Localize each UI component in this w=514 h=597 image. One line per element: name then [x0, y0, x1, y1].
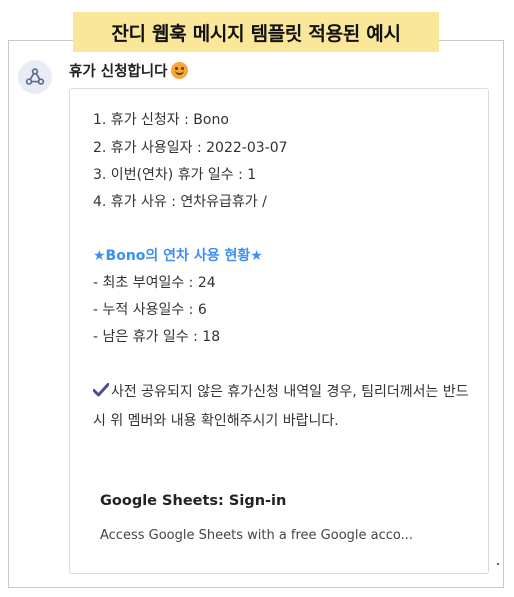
- smiling-face-icon: [171, 62, 189, 79]
- request-line-reason: 4. 휴가 사유 : 연차유급휴가 /: [93, 194, 267, 210]
- notice-text: 사전 공유되지 않은 휴가신청 내역일 경우, 팀리더께서는 반드시 위 멤버와…: [93, 384, 469, 429]
- link-preview-description: Access Google Sheets with a free Google …: [100, 528, 414, 543]
- check-mark-icon: [93, 383, 109, 397]
- banner-title: 잔디 웹훅 메시지 템플릿 적용된 예시: [73, 12, 439, 52]
- link-preview-title[interactable]: Google Sheets: Sign-in: [100, 493, 286, 509]
- bot-avatar[interactable]: [18, 60, 52, 94]
- request-line-applicant: 1. 휴가 신청자 : Bono: [93, 112, 229, 128]
- message-title: 휴가 신청합니다: [69, 64, 168, 80]
- request-line-days: 3. 이번(연차) 휴가 일수 : 1: [93, 167, 257, 183]
- status-line-used: - 누적 사용일수 : 6: [93, 302, 207, 318]
- status-title: ★Bono의 연차 사용 현황★: [93, 248, 263, 264]
- request-line-date: 2. 휴가 사용일자 : 2022-03-07: [93, 140, 288, 156]
- status-line-granted: - 최초 부여일수 : 24: [93, 275, 216, 291]
- notice-text-block: 사전 공유되지 않은 휴가신청 내역일 경우, 팀리더께서는 반드시 위 멤버와…: [93, 378, 473, 436]
- status-line-remaining: - 남은 휴가 일수 : 18: [93, 329, 221, 345]
- webhook-icon: [25, 68, 45, 85]
- divider-dot: [497, 563, 499, 565]
- message-header: 휴가 신청합니다: [69, 60, 189, 81]
